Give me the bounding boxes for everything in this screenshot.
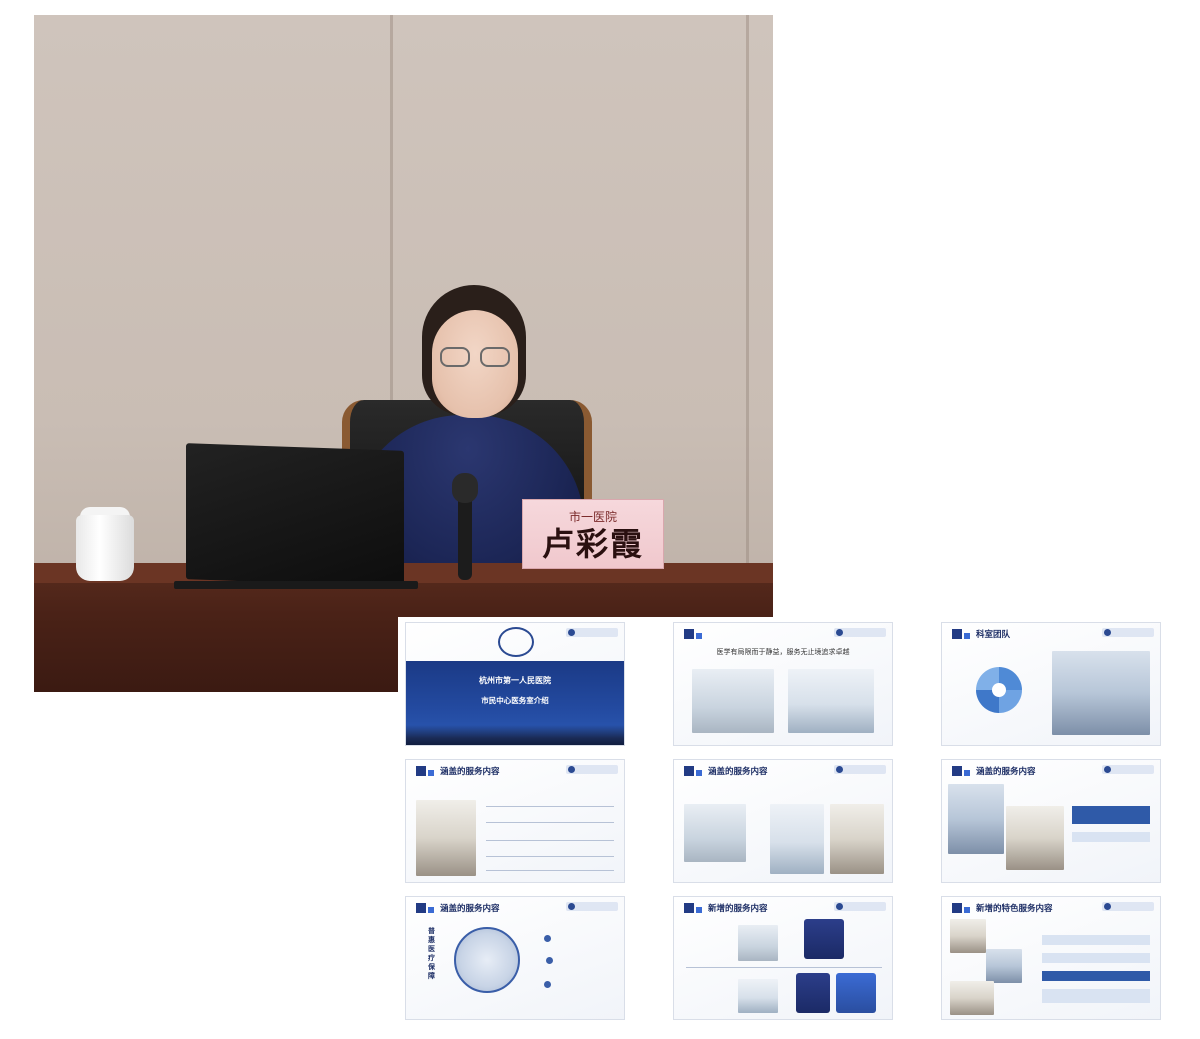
slide-7: 涵盖的服务内容 普惠医疗保障	[405, 896, 625, 1020]
circle-photo	[454, 927, 520, 993]
info-box	[1042, 935, 1150, 945]
team-diagram	[976, 667, 1022, 713]
divider	[486, 822, 614, 823]
conference-photo: 市一医院 卢彩霞	[34, 15, 773, 692]
slide-9: 新增的特色服务内容	[941, 896, 1161, 1020]
app-grid	[836, 973, 876, 1013]
slide-2: 医学有局限而于静益，服务无止境追求卓越	[673, 622, 893, 746]
nameplate-org: 市一医院	[568, 509, 617, 524]
hospital-badge	[1102, 765, 1154, 774]
cover-title: 杭州市第一人民医院	[479, 676, 551, 685]
laptop	[186, 443, 404, 587]
kiosk	[796, 973, 830, 1013]
slide-logo-icon	[684, 629, 702, 639]
slide-title: 涵盖的服务内容	[976, 767, 1036, 777]
divider	[486, 806, 614, 807]
slide-logo-icon	[952, 766, 970, 776]
bullet-icon	[546, 957, 553, 964]
bullet-icon	[544, 981, 551, 988]
hospital-badge	[834, 902, 886, 911]
slide-title: 新增的服务内容	[708, 904, 768, 914]
hospital-badge	[1102, 902, 1154, 911]
slide-8: 新增的服务内容	[673, 896, 893, 1020]
microphone-icon	[452, 473, 478, 503]
hospital-badge	[834, 765, 886, 774]
photo-team	[1052, 651, 1150, 735]
screenshot-system	[684, 804, 746, 862]
divider	[486, 856, 614, 857]
photo-consultation	[416, 800, 476, 876]
slide-logo-icon	[684, 903, 702, 913]
screenshot-form	[738, 979, 778, 1013]
glasses-icon	[440, 347, 470, 367]
hospital-badge	[566, 628, 618, 637]
slide-title: 新增的特色服务内容	[976, 904, 1053, 914]
slide-title: 涵盖的服务内容	[708, 767, 768, 777]
slide-logo-icon	[416, 903, 434, 913]
photo-barcode	[770, 804, 824, 874]
info-box	[1072, 832, 1150, 842]
slide-logo-icon	[684, 766, 702, 776]
nameplate: 市一医院 卢彩霞	[522, 499, 664, 569]
photo-sampling	[830, 804, 884, 874]
slide-title: 科室团队	[976, 630, 1011, 640]
tea-cup	[76, 515, 134, 581]
slide-cover: 杭州市第一人民医院 市民中心医务室介绍	[405, 622, 625, 746]
slide-title: 涵盖的服务内容	[440, 904, 500, 914]
slide-title: 涵盖的服务内容	[440, 767, 500, 777]
hospital-badge	[834, 628, 886, 637]
slides-grid: 杭州市第一人民医院 市民中心医务室介绍 医学有局限而于静益，服务无止境追求卓越 …	[398, 617, 1168, 1025]
slide-header-text: 医学有局限而于静益，服务无止境追求卓越	[716, 648, 850, 656]
glasses-icon	[480, 347, 510, 367]
photo-clinic	[1006, 806, 1064, 870]
photo-service-2	[986, 949, 1022, 983]
highlight-box	[1042, 971, 1150, 981]
photo-service-3	[950, 981, 994, 1015]
hospital-emblem-icon	[498, 627, 534, 657]
bullet-icon	[544, 935, 551, 942]
vertical-caption: 普惠医疗保障	[428, 927, 435, 980]
slide-logo-icon	[416, 766, 434, 776]
divider	[486, 840, 614, 841]
photo-pharmacy	[948, 784, 1004, 854]
slide-4: 涵盖的服务内容	[405, 759, 625, 883]
slide-3: 科室团队	[941, 622, 1161, 746]
photo-service-1	[950, 919, 986, 953]
info-box	[1042, 953, 1150, 963]
highlight-box	[1072, 806, 1150, 824]
slide-6: 涵盖的服务内容	[941, 759, 1161, 883]
photo-corridor	[788, 669, 874, 733]
divider	[686, 967, 882, 968]
city-skyline	[406, 725, 624, 745]
hospital-badge	[566, 765, 618, 774]
info-box	[1042, 989, 1150, 1003]
slide-logo-icon	[952, 629, 970, 639]
cover-subtitle: 市民中心医务室介绍	[481, 696, 549, 705]
hospital-badge	[1102, 628, 1154, 637]
slide-logo-icon	[952, 903, 970, 913]
nameplate-name: 卢彩霞	[541, 524, 644, 563]
divider	[486, 870, 614, 871]
photo-reception	[692, 669, 774, 733]
hospital-badge	[566, 902, 618, 911]
wall-panel-seam	[746, 15, 749, 575]
laptop-base	[174, 581, 418, 589]
phone-screen	[804, 919, 844, 959]
screenshot-app	[738, 925, 778, 961]
slide-5: 涵盖的服务内容	[673, 759, 893, 883]
